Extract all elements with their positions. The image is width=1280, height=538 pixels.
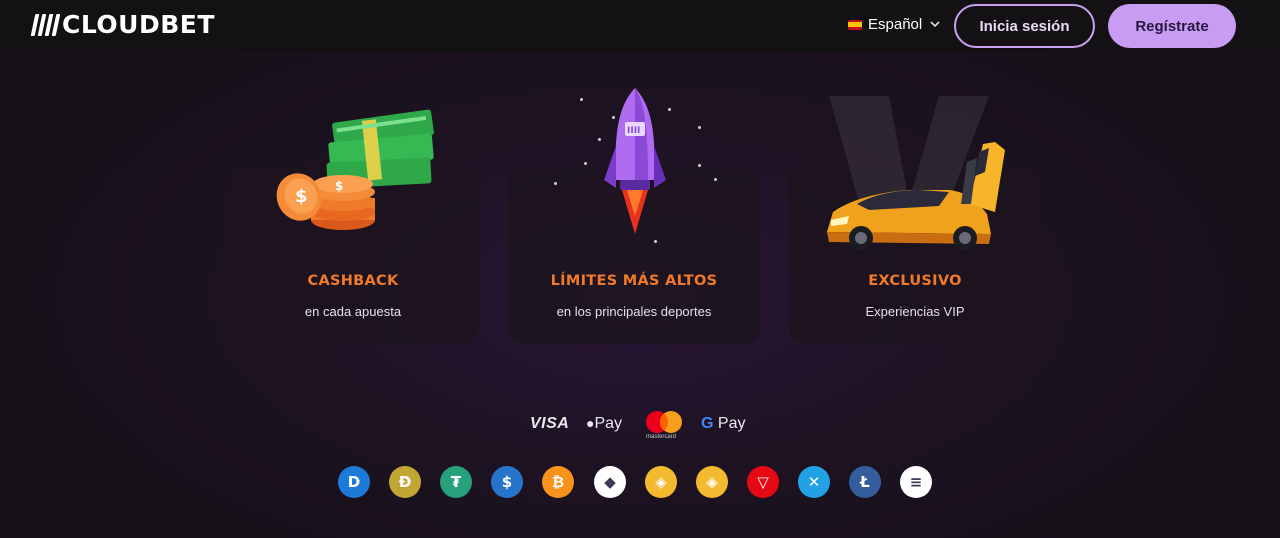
logo-text: CLOUDBET bbox=[62, 10, 215, 39]
usdc-icon: $ bbox=[491, 466, 523, 498]
language-label: Español bbox=[868, 16, 923, 33]
tron-icon: ▽ bbox=[747, 466, 779, 498]
bitcoin-icon: ₿ bbox=[542, 466, 574, 498]
dogecoin-icon: Ð bbox=[389, 466, 421, 498]
visa-logo: VISA bbox=[530, 415, 570, 432]
rocket-illustration: IIII bbox=[604, 88, 666, 234]
promo-card-exclusive[interactable]: EXCLUSIVO Experiencias VIP bbox=[789, 96, 1041, 344]
cloudbet-logo[interactable]: CLOUDBET bbox=[30, 10, 215, 39]
logo-mark-icon bbox=[30, 14, 61, 36]
apple-pay-logo: ●Pay bbox=[586, 415, 622, 433]
sports-car-illustration bbox=[827, 96, 1005, 250]
mastercard-icon bbox=[646, 411, 682, 433]
binance-icon: ◈ bbox=[645, 466, 677, 498]
google-pay-logo: G Pay bbox=[701, 415, 745, 433]
card-title: CASHBACK bbox=[307, 273, 399, 289]
bnb-icon: ◈ bbox=[696, 466, 728, 498]
crypto-currencies-row: D Ð ₮ $ ₿ ◆ ◈ ◈ ▽ ✕ Ł ≡ bbox=[0, 466, 1280, 500]
top-navbar: CLOUDBET Español Inicia sesión Regístrat… bbox=[0, 0, 1280, 52]
cash-coins-illustration: $ $ bbox=[276, 109, 434, 230]
spain-flag-icon bbox=[848, 19, 862, 30]
svg-text:IIII: IIII bbox=[627, 126, 640, 136]
register-button[interactable]: Regístrate bbox=[1108, 4, 1236, 48]
tether-icon: ₮ bbox=[440, 466, 472, 498]
mastercard-text: mastercard bbox=[646, 434, 677, 440]
ripple-icon: ✕ bbox=[798, 466, 830, 498]
ethereum-icon: ◆ bbox=[594, 466, 626, 498]
language-selector[interactable]: Español bbox=[848, 16, 940, 33]
google-g-icon: G bbox=[701, 415, 714, 432]
solana-icon: ≡ bbox=[900, 466, 932, 498]
litecoin-icon: Ł bbox=[849, 466, 881, 498]
svg-text:$: $ bbox=[295, 186, 308, 207]
promo-card-cashback[interactable]: $ $ CASHBACK en cada apuesta bbox=[227, 109, 479, 344]
dash-icon: D bbox=[338, 466, 370, 498]
google-pay-text: Pay bbox=[717, 415, 746, 432]
card-title: LÍMITES MÁS ALTOS bbox=[550, 273, 718, 289]
card-subtitle: en cada apuesta bbox=[304, 304, 402, 319]
card-subtitle: Experiencias VIP bbox=[865, 304, 965, 319]
apple-pay-text: Pay bbox=[594, 415, 623, 432]
promo-card-limits[interactable]: IIII LÍMITES MÁS ALTOS en los principale… bbox=[508, 88, 760, 344]
login-button[interactable]: Inicia sesión bbox=[954, 4, 1095, 48]
chevron-down-icon bbox=[930, 21, 940, 28]
mastercard-logo: mastercard bbox=[644, 410, 684, 444]
svg-text:$: $ bbox=[335, 179, 343, 193]
card-subtitle: en los principales deportes bbox=[556, 304, 712, 319]
payment-methods-row: VISA ●Pay mastercard G Pay bbox=[0, 408, 1280, 444]
card-title: EXCLUSIVO bbox=[868, 273, 962, 289]
